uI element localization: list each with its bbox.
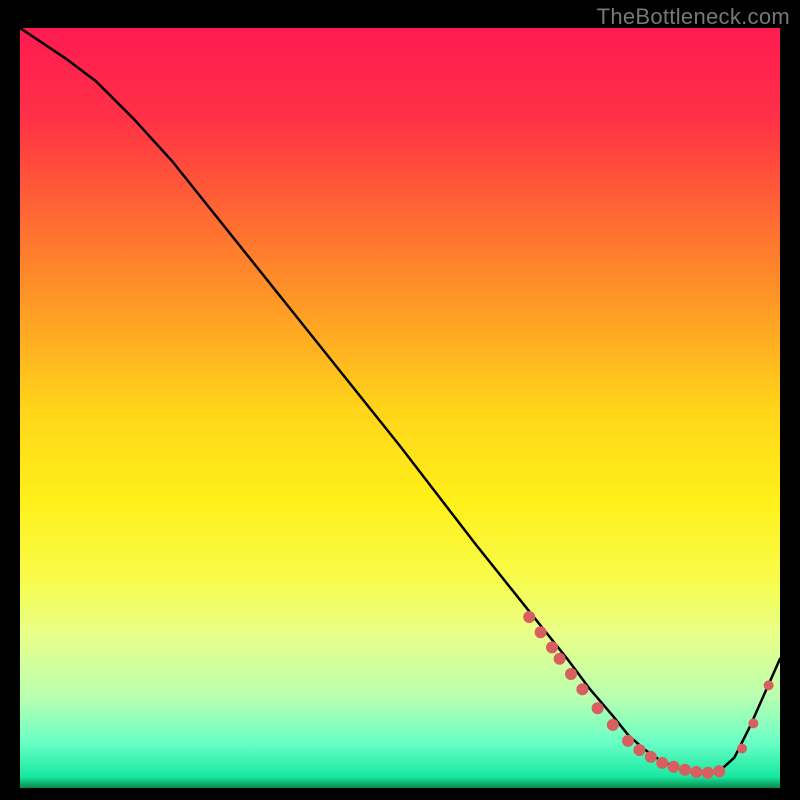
data-point [546,641,558,653]
data-point [523,611,535,623]
data-point [645,751,657,763]
data-point [565,668,577,680]
data-point [656,757,668,769]
data-point [713,765,725,777]
data-point [535,626,547,638]
data-point [622,735,634,747]
data-point [702,767,714,779]
data-point [607,719,619,731]
data-point [764,680,774,690]
chart-plot-area [20,28,780,788]
data-point [679,764,691,776]
data-point [592,702,604,714]
chart-background [20,28,780,788]
watermark-text: TheBottleneck.com [597,4,790,30]
chart-frame: TheBottleneck.com [0,0,800,800]
data-point [668,761,680,773]
data-point [554,653,566,665]
data-point [748,718,758,728]
data-point [633,744,645,756]
data-point [690,766,702,778]
data-point [576,683,588,695]
chart-svg [20,28,780,788]
data-point [737,743,747,753]
